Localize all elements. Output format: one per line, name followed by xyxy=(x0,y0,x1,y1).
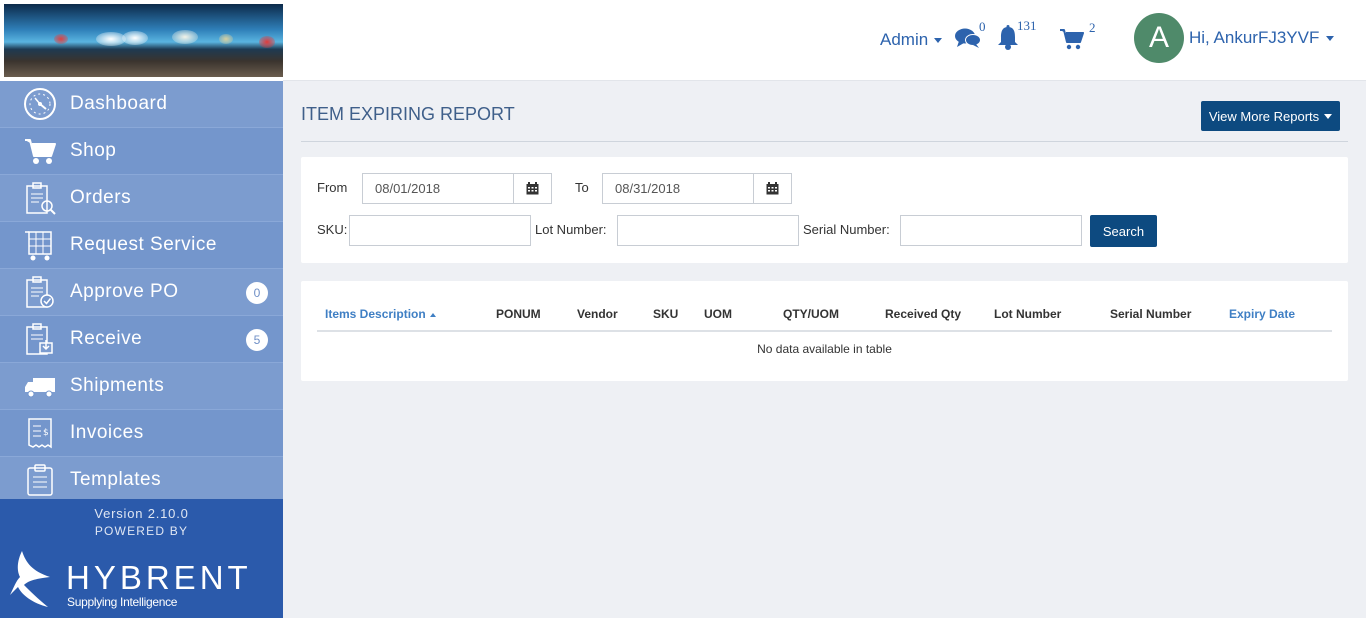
cart-count: 2 xyxy=(1089,20,1096,35)
request-service-icon xyxy=(23,228,57,262)
sidebar-item-label: Dashboard xyxy=(70,93,168,114)
powered-by-text: POWERED BY xyxy=(94,524,189,538)
lot-number-label: Lot Number: xyxy=(535,222,607,237)
filter-panel: From 08/01/2018 To 08/31/2018 SKU: Lot N… xyxy=(301,157,1348,263)
table-header-divider xyxy=(317,330,1332,332)
sidebar-item-receive[interactable]: Receive 5 xyxy=(0,316,283,363)
messages-count: 0 xyxy=(979,19,986,34)
report-table: Items Description PONUM Vendor SKU UOM Q… xyxy=(301,281,1348,381)
from-date-value: 08/01/2018 xyxy=(375,181,441,196)
column-header-sku[interactable]: SKU xyxy=(653,307,678,321)
sku-label: SKU: xyxy=(317,222,348,237)
from-label: From xyxy=(317,180,348,195)
column-header-items-description[interactable]: Items Description xyxy=(325,307,436,321)
page-title: ITEM EXPIRING REPORT xyxy=(301,104,515,124)
chevron-down-icon xyxy=(1326,35,1335,41)
calendar-icon[interactable] xyxy=(513,174,551,203)
sidebar-item-request-service[interactable]: Request Service xyxy=(0,222,283,269)
sidebar-item-label: Shipments xyxy=(70,375,165,396)
cart-icon[interactable] xyxy=(1060,28,1084,50)
sidebar-item-label: Receive xyxy=(70,328,143,349)
banner-image xyxy=(4,4,283,77)
sidebar-footer: Version 2.10.0 POWERED BY HYBRENT Supply… xyxy=(0,499,283,618)
sidebar-item-label: Request Service xyxy=(70,234,217,255)
sidebar-item-label: Shop xyxy=(70,140,117,161)
column-header-serial-number[interactable]: Serial Number xyxy=(1110,307,1191,321)
approve-po-icon xyxy=(23,275,57,309)
invoice-icon: $ xyxy=(23,416,57,450)
serial-number-label: Serial Number: xyxy=(803,222,890,237)
sidebar-nav: Dashboard Shop Orders Request Service Ap… xyxy=(0,81,283,504)
admin-dropdown[interactable]: Admin xyxy=(880,30,943,50)
sidebar-item-orders[interactable]: Orders xyxy=(0,175,283,222)
dashboard-icon xyxy=(23,87,57,121)
sidebar-item-shop[interactable]: Shop xyxy=(0,128,283,175)
view-more-reports-label: View More Reports xyxy=(1208,108,1320,124)
chevron-down-icon xyxy=(934,37,943,43)
to-date-field[interactable]: 08/31/2018 xyxy=(602,173,792,204)
notifications-count: 131 xyxy=(1017,18,1037,33)
sidebar-item-label: Invoices xyxy=(70,422,144,443)
column-header-ponum[interactable]: PONUM xyxy=(496,307,541,321)
user-greeting: Hi, AnkurFJ3YVF xyxy=(1189,28,1320,47)
truck-icon xyxy=(23,369,57,403)
title-divider xyxy=(301,141,1348,142)
hybrent-logo: HYBRENT Supplying Intelligence xyxy=(10,549,260,609)
sidebar-item-label: Orders xyxy=(70,187,132,208)
column-header-received-qty[interactable]: Received Qty xyxy=(885,307,961,321)
sidebar-item-label: Templates xyxy=(70,469,162,490)
sidebar-item-label: Approve PO xyxy=(70,281,179,302)
empty-table-message: No data available in table xyxy=(757,342,892,356)
view-more-reports-button[interactable]: View More Reports xyxy=(1201,101,1340,131)
orders-icon xyxy=(23,181,57,215)
search-button[interactable]: Search xyxy=(1090,215,1157,247)
top-header: Admin 0 131 2 A Hi, AnkurFJ3YVF xyxy=(283,0,1366,81)
sidebar-item-dashboard[interactable]: Dashboard xyxy=(0,81,283,128)
column-header-uom[interactable]: UOM xyxy=(704,307,732,321)
from-date-field[interactable]: 08/01/2018 xyxy=(362,173,552,204)
serial-number-input[interactable] xyxy=(900,215,1082,246)
column-header-vendor[interactable]: Vendor xyxy=(577,307,618,321)
column-header-qty-uom[interactable]: QTY/UOM xyxy=(783,307,839,321)
templates-icon xyxy=(23,463,57,497)
admin-label: Admin xyxy=(880,30,929,49)
lot-number-input[interactable] xyxy=(617,215,799,246)
to-date-value: 08/31/2018 xyxy=(615,181,681,196)
sort-ascending-icon xyxy=(429,312,436,317)
svg-text:$: $ xyxy=(43,428,49,438)
sidebar-item-shipments[interactable]: Shipments xyxy=(0,363,283,410)
receive-count-badge: 5 xyxy=(246,329,268,351)
sidebar: Dashboard Shop Orders Request Service Ap… xyxy=(0,0,283,618)
column-header-label: Items Description xyxy=(325,307,426,321)
logo-tagline: Supplying Intelligence xyxy=(67,595,178,609)
receive-icon xyxy=(23,322,57,356)
user-menu-dropdown[interactable]: Hi, AnkurFJ3YVF xyxy=(1189,28,1335,48)
cart-icon xyxy=(23,134,57,168)
sku-input[interactable] xyxy=(349,215,531,246)
sidebar-item-invoices[interactable]: $ Invoices xyxy=(0,410,283,457)
column-header-lot-number[interactable]: Lot Number xyxy=(994,307,1061,321)
version-text: Version 2.10.0 xyxy=(94,506,189,521)
calendar-icon[interactable] xyxy=(753,174,791,203)
column-header-expiry-date[interactable]: Expiry Date xyxy=(1229,307,1295,321)
sidebar-item-templates[interactable]: Templates xyxy=(0,457,283,504)
to-label: To xyxy=(575,180,589,195)
logo-wordmark: HYBRENT xyxy=(66,559,252,596)
approve-po-count-badge: 0 xyxy=(246,282,268,304)
messages-icon[interactable] xyxy=(955,27,981,49)
sidebar-item-approve-po[interactable]: Approve PO 0 xyxy=(0,269,283,316)
chevron-down-icon xyxy=(1324,113,1333,119)
avatar[interactable]: A xyxy=(1134,13,1184,63)
hybrent-bird-icon xyxy=(10,551,50,607)
